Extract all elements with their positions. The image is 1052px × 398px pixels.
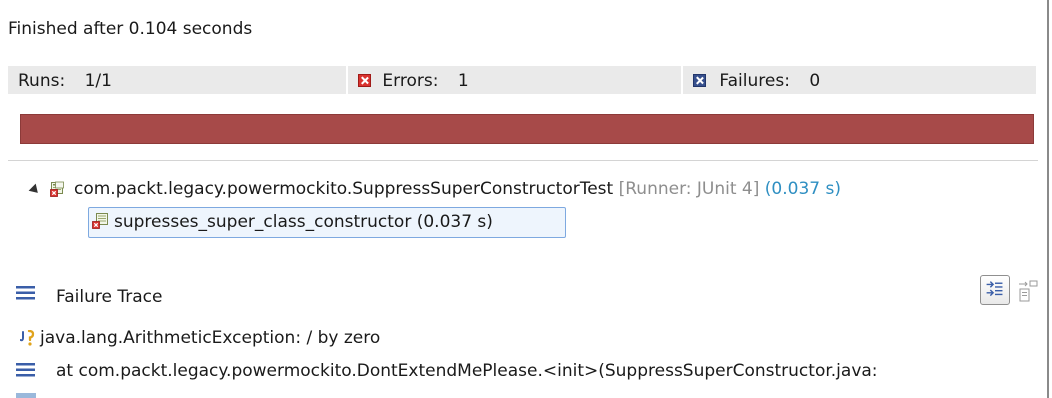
trace-line-frame[interactable]: at com.packt.legacy.powermockito.DontExt… bbox=[56, 360, 878, 382]
runs-label: Runs: bbox=[18, 71, 66, 91]
error-icon bbox=[358, 73, 371, 87]
stack-trace-icon bbox=[16, 286, 35, 300]
suite-runner: [Runner: JUnit 4] bbox=[618, 179, 760, 199]
trace-line-exception[interactable]: java.lang.ArithmeticException: / by zero bbox=[40, 327, 380, 349]
status-message: Finished after 0.104 seconds bbox=[8, 19, 253, 39]
errors-counter: Errors: 1 bbox=[358, 70, 469, 92]
divider bbox=[8, 160, 1038, 161]
test-suite-error-icon bbox=[50, 181, 64, 197]
runs-counter: Runs: 1/1 bbox=[18, 70, 112, 92]
suite-name: com.packt.legacy.powermockito.SuppressSu… bbox=[74, 179, 614, 199]
failures-counter: Failures: 0 bbox=[693, 70, 820, 92]
filter-stack-icon bbox=[986, 281, 1003, 297]
compare-result-icon[interactable] bbox=[1018, 279, 1038, 303]
next-frame-icon bbox=[16, 393, 36, 398]
failure-icon bbox=[693, 73, 706, 87]
filter-stack-button[interactable] bbox=[980, 275, 1010, 305]
errors-label: Errors: bbox=[382, 71, 439, 91]
stack-frame-icon bbox=[16, 363, 35, 377]
failures-label: Failures: bbox=[719, 71, 790, 91]
java-exception-icon bbox=[20, 330, 35, 346]
progress-bar bbox=[20, 114, 1034, 144]
failure-trace-title: Failure Trace bbox=[56, 287, 163, 307]
suite-time: (0.037 s) bbox=[764, 179, 841, 199]
test-case-label: supresses_super_class_constructor (0.037… bbox=[114, 212, 493, 232]
errors-value: 1 bbox=[457, 71, 469, 91]
test-case-error-icon bbox=[92, 213, 108, 229]
failures-value: 0 bbox=[809, 71, 821, 91]
test-suite-row[interactable]: com.packt.legacy.powermockito.SuppressSu… bbox=[74, 178, 841, 200]
runs-value: 1/1 bbox=[84, 71, 112, 91]
